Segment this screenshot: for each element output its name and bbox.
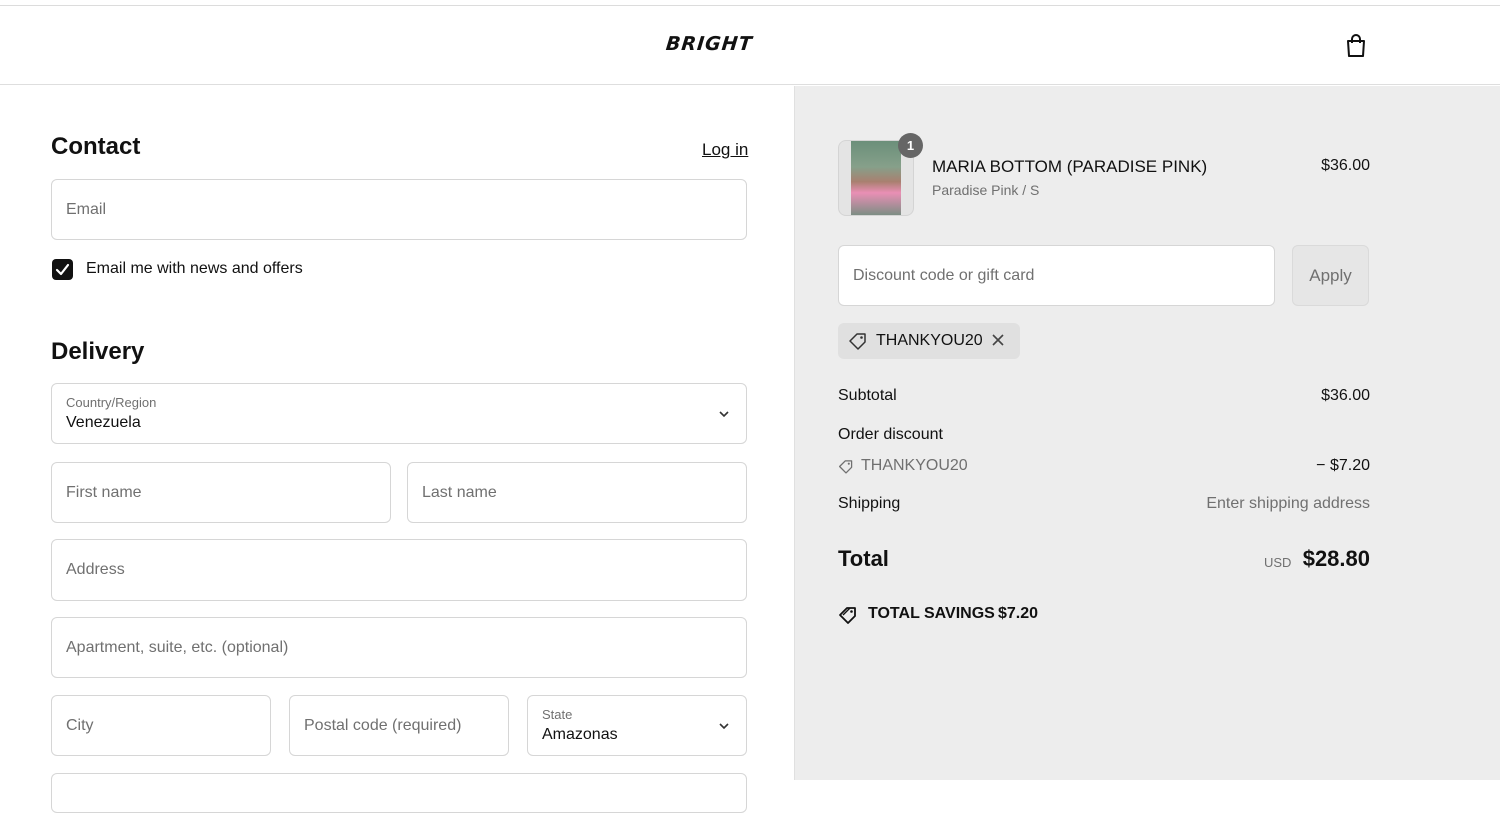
quantity-badge: 1: [898, 133, 923, 158]
checkmark-icon: [55, 263, 70, 276]
apartment-field[interactable]: Apartment, suite, etc. (optional): [51, 617, 747, 678]
newsletter-label: Email me with news and offers: [86, 260, 303, 277]
phone-field[interactable]: [51, 773, 747, 813]
postal-code-field[interactable]: Postal code (required): [289, 695, 509, 756]
total-label: Total: [838, 546, 889, 571]
delivery-heading: Delivery: [51, 338, 145, 365]
discount-value: − $7.20: [1316, 457, 1370, 474]
chevron-down-icon: [719, 410, 729, 417]
country-value: Venezuela: [66, 414, 141, 431]
shipping-label: Shipping: [838, 495, 901, 512]
last-name-field[interactable]: Last name: [407, 462, 747, 523]
country-select[interactable]: Country/Region Venezuela: [51, 383, 747, 444]
apply-button[interactable]: Apply: [1292, 245, 1369, 306]
address-placeholder: Address: [66, 561, 125, 578]
newsletter-checkbox[interactable]: [52, 259, 73, 280]
site-header: BRIGHT: [0, 6, 1500, 85]
total-currency: USD: [1264, 555, 1292, 570]
subtotal-label: Subtotal: [838, 387, 897, 404]
order-discount-label: Order discount: [838, 426, 943, 443]
discount-code-label: THANKYOU20: [861, 457, 968, 474]
first-name-placeholder: First name: [66, 483, 142, 501]
contact-heading: Contact: [51, 133, 141, 160]
email-field[interactable]: Email: [51, 179, 747, 240]
brand-logo[interactable]: BRIGHT: [665, 33, 754, 55]
product-image: [851, 141, 901, 215]
applied-discount-chip: THANKYOU20: [838, 323, 1020, 359]
close-icon[interactable]: [990, 332, 1006, 348]
subtotal-value: $36.00: [1321, 387, 1370, 404]
applied-code: THANKYOU20: [876, 332, 983, 349]
city-placeholder: City: [66, 716, 94, 734]
discount-placeholder: Discount code or gift card: [853, 266, 1035, 284]
savings-tag-icon: [839, 607, 856, 624]
country-label: Country/Region: [66, 395, 157, 410]
total-amount: $28.80: [1302, 546, 1370, 571]
state-value: Amazonas: [542, 726, 618, 743]
email-placeholder: Email: [66, 200, 107, 218]
address-field[interactable]: Address: [51, 539, 747, 601]
tag-icon: [838, 460, 853, 474]
total-savings-value: $7.20: [998, 605, 1039, 622]
discount-code-field[interactable]: Discount code or gift card: [838, 245, 1275, 306]
product-variant: Paradise Pink / S: [932, 182, 1040, 198]
first-name-field[interactable]: First name: [51, 462, 391, 523]
state-select[interactable]: State Amazonas: [527, 695, 747, 756]
product-name: MARIA BOTTOM (PARADISE PINK): [932, 157, 1208, 176]
postal-code-placeholder: Postal code (required): [304, 716, 462, 734]
shipping-value: Enter shipping address: [1206, 495, 1370, 512]
state-label: State: [542, 707, 573, 722]
apartment-placeholder: Apartment, suite, etc. (optional): [66, 638, 289, 656]
total-savings-label: TOTAL SAVINGS: [868, 605, 995, 622]
city-field[interactable]: City: [51, 695, 271, 756]
login-link[interactable]: Log in: [702, 140, 748, 160]
tag-icon: [849, 333, 866, 350]
last-name-placeholder: Last name: [422, 483, 497, 501]
product-price: $36.00: [1321, 157, 1370, 174]
shopping-bag-icon[interactable]: [1342, 32, 1370, 60]
chevron-down-icon: [719, 722, 729, 729]
